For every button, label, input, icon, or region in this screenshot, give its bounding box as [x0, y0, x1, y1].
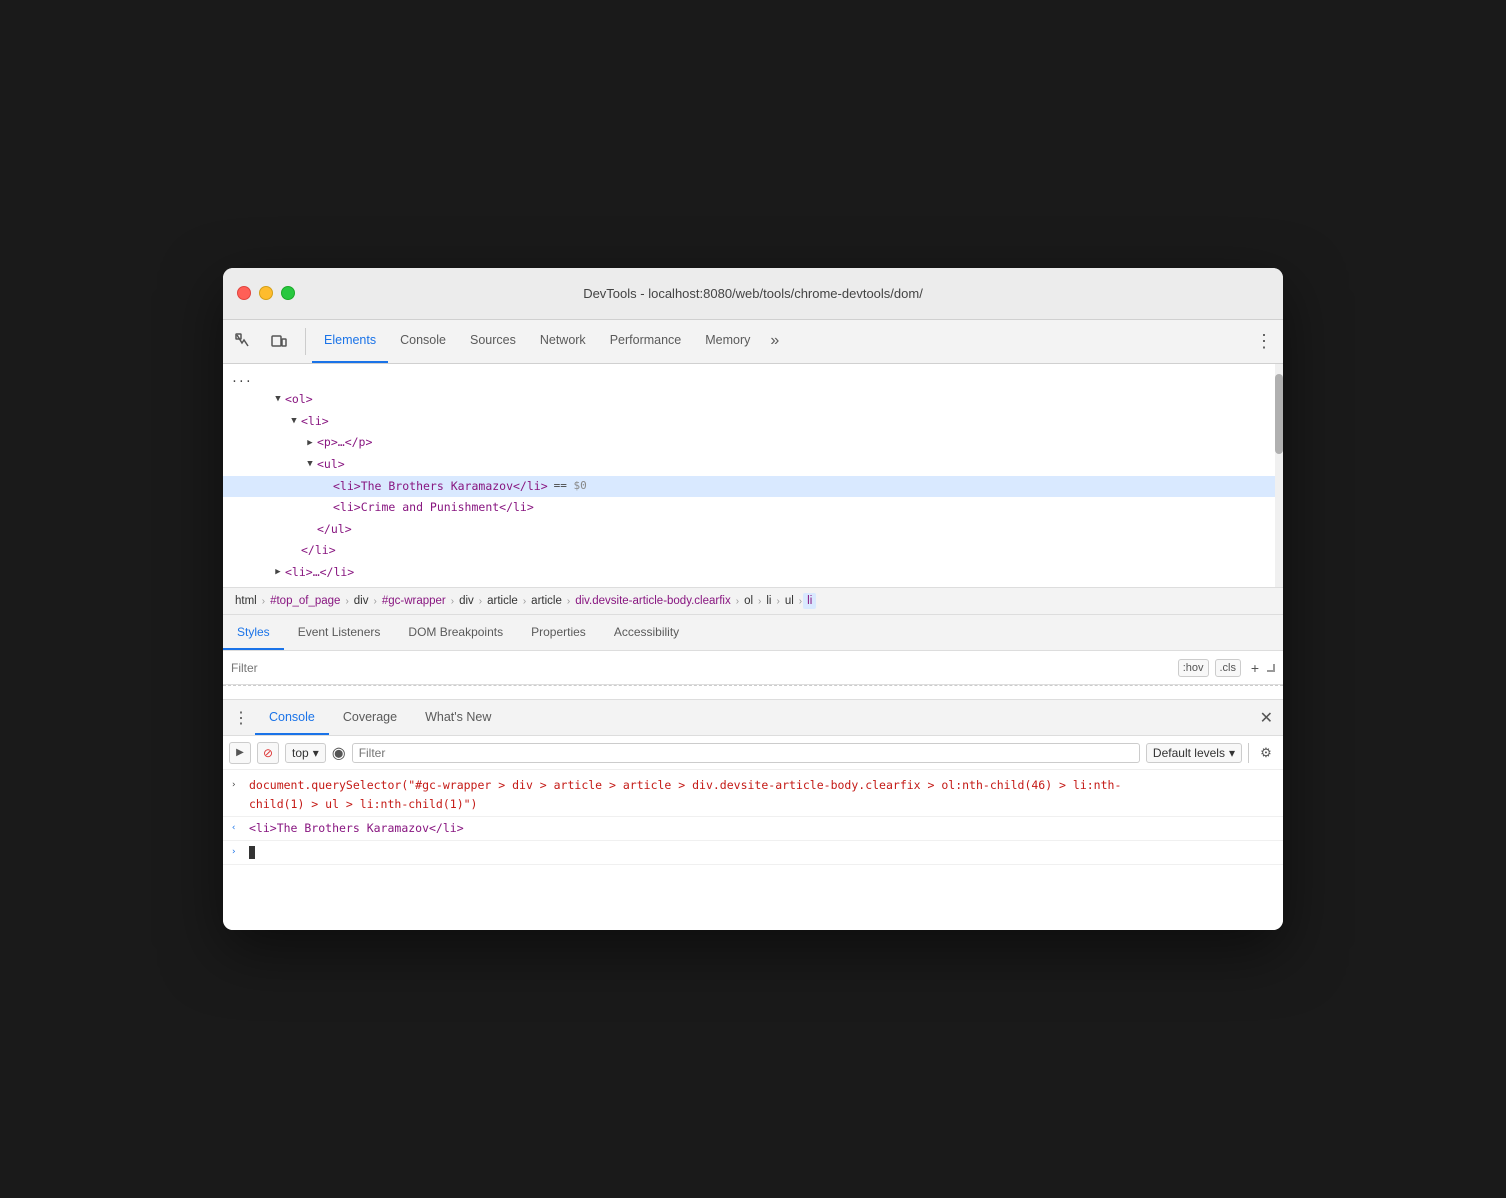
console-output: › document.querySelector("#gc-wrapper > …: [223, 770, 1283, 930]
tab-network[interactable]: Network: [528, 320, 598, 363]
dom-expand-arrow[interactable]: [271, 565, 285, 580]
add-style-button[interactable]: +: [1245, 658, 1265, 678]
dom-tree[interactable]: ... <ol> <li> <p>…</: [223, 364, 1283, 587]
dom-expand-arrow[interactable]: [303, 457, 317, 472]
dom-line[interactable]: <p>…</p>: [223, 432, 1283, 454]
console-prompt-arrow: ›: [231, 845, 245, 860]
console-tab-row: ⋮ Console Coverage What's New ✕: [223, 700, 1283, 736]
breadcrumb-div-class[interactable]: div.devsite-article-body.clearfix: [571, 593, 735, 609]
breadcrumb-div2[interactable]: div: [455, 593, 478, 609]
minimize-button[interactable]: [259, 286, 273, 300]
tab-dom-breakpoints[interactable]: DOM Breakpoints: [394, 615, 517, 650]
dom-expand-arrow[interactable]: [303, 436, 317, 451]
dom-line[interactable]: <li>: [223, 411, 1283, 433]
maximize-button[interactable]: [281, 286, 295, 300]
console-output-arrow: ‹: [231, 821, 245, 836]
dom-expand-arrow[interactable]: [287, 414, 301, 429]
elements-panel: ... <ol> <li> <p>…</: [223, 364, 1283, 699]
scrollbar-track[interactable]: [1275, 364, 1283, 587]
tab-memory[interactable]: Memory: [693, 320, 762, 363]
breadcrumb-top-of-page[interactable]: #top_of_page: [266, 593, 344, 609]
tab-sources[interactable]: Sources: [458, 320, 528, 363]
console-cursor: [249, 846, 255, 859]
close-button[interactable]: [237, 286, 251, 300]
console-prompt-line[interactable]: ›: [223, 841, 1283, 865]
console-tab-coverage[interactable]: Coverage: [329, 700, 411, 735]
console-input-text: document.querySelector("#gc-wrapper > di…: [249, 776, 1275, 814]
devtools-window: DevTools - localhost:8080/web/tools/chro…: [223, 268, 1283, 930]
console-tab-whats-new[interactable]: What's New: [411, 700, 505, 735]
dom-line[interactable]: </ul>: [223, 519, 1283, 541]
breadcrumb-ol[interactable]: ol: [740, 593, 757, 609]
styles-tabs: Styles Event Listeners DOM Breakpoints P…: [223, 615, 1283, 651]
breadcrumb-gc-wrapper[interactable]: #gc-wrapper: [378, 593, 450, 609]
breadcrumb-article1[interactable]: article: [483, 593, 522, 609]
breadcrumb-li2[interactable]: li: [803, 593, 816, 609]
tab-performance[interactable]: Performance: [598, 320, 694, 363]
dashed-divider: [223, 685, 1283, 699]
dom-line[interactable]: <li>Crime and Punishment</li>: [223, 497, 1283, 519]
tab-event-listeners[interactable]: Event Listeners: [284, 615, 395, 650]
breadcrumb: html › #top_of_page › div › #gc-wrapper …: [223, 587, 1283, 615]
dom-line[interactable]: <ul>: [223, 454, 1283, 476]
console-output-line: ‹ <li>The Brothers Karamazov</li>: [223, 817, 1283, 841]
console-close-button[interactable]: ✕: [1250, 700, 1283, 735]
tab-separator: [305, 328, 306, 355]
breadcrumb-div1[interactable]: div: [350, 593, 373, 609]
window-title: DevTools - localhost:8080/web/tools/chro…: [583, 286, 923, 301]
console-levels-button[interactable]: Default levels ▾: [1146, 743, 1242, 763]
hov-button[interactable]: :hov: [1178, 659, 1209, 677]
dom-ellipsis: ...: [223, 368, 1283, 390]
console-panel: ⋮ Console Coverage What's New ✕ ▶ ⊘ top …: [223, 699, 1283, 930]
breadcrumb-article2[interactable]: article: [527, 593, 566, 609]
console-toolbar: ▶ ⊘ top ▾ ◉ Default levels ▾ ⚙: [223, 736, 1283, 770]
console-block-button[interactable]: ⊘: [257, 742, 279, 764]
tab-accessibility[interactable]: Accessibility: [600, 615, 693, 650]
cls-button[interactable]: .cls: [1215, 659, 1242, 677]
inspect-icon[interactable]: [227, 320, 259, 363]
console-menu-button[interactable]: ⋮: [227, 700, 255, 735]
console-tab-console[interactable]: Console: [255, 700, 329, 735]
toolbar-separator: [1248, 743, 1249, 763]
more-tabs-button[interactable]: »: [762, 320, 787, 363]
console-context-selector[interactable]: top ▾: [285, 743, 326, 763]
console-eye-button[interactable]: ◉: [332, 743, 346, 763]
dom-line[interactable]: <ol>: [223, 389, 1283, 411]
breadcrumb-ul[interactable]: ul: [781, 593, 798, 609]
tab-elements[interactable]: Elements: [312, 320, 388, 363]
traffic-lights: [237, 286, 295, 300]
dom-line[interactable]: </li>: [223, 540, 1283, 562]
console-output-text: <li>The Brothers Karamazov</li>: [249, 819, 1275, 838]
breadcrumb-html[interactable]: html: [231, 593, 261, 609]
dom-expand-arrow[interactable]: [271, 392, 285, 407]
resize-handle[interactable]: [1267, 664, 1275, 672]
styles-filter-input[interactable]: [231, 661, 1178, 675]
console-input-arrow: ›: [231, 778, 245, 793]
dom-tree-container: ... <ol> <li> <p>…</: [223, 364, 1283, 587]
dom-selected-line[interactable]: <li>The Brothers Karamazov</li> == $0: [223, 476, 1283, 498]
tab-console[interactable]: Console: [388, 320, 458, 363]
scrollbar-thumb[interactable]: [1275, 374, 1283, 454]
dom-line[interactable]: <li>…</li>: [223, 562, 1283, 584]
console-filter-input[interactable]: [352, 743, 1140, 763]
devtools-menu-button[interactable]: ⋮: [1245, 320, 1283, 363]
breadcrumb-li1[interactable]: li: [762, 593, 775, 609]
console-input-line: › document.querySelector("#gc-wrapper > …: [223, 774, 1283, 817]
console-settings-button[interactable]: ⚙: [1255, 742, 1277, 764]
devtools-tab-bar: Elements Console Sources Network Perform…: [223, 320, 1283, 364]
title-bar: DevTools - localhost:8080/web/tools/chro…: [223, 268, 1283, 320]
styles-filter-bar: :hov .cls +: [223, 651, 1283, 685]
console-play-button[interactable]: ▶: [229, 742, 251, 764]
tab-properties[interactable]: Properties: [517, 615, 600, 650]
tab-styles[interactable]: Styles: [223, 615, 284, 650]
device-toolbar-icon[interactable]: [263, 320, 295, 363]
console-prompt-input: [249, 843, 1275, 862]
